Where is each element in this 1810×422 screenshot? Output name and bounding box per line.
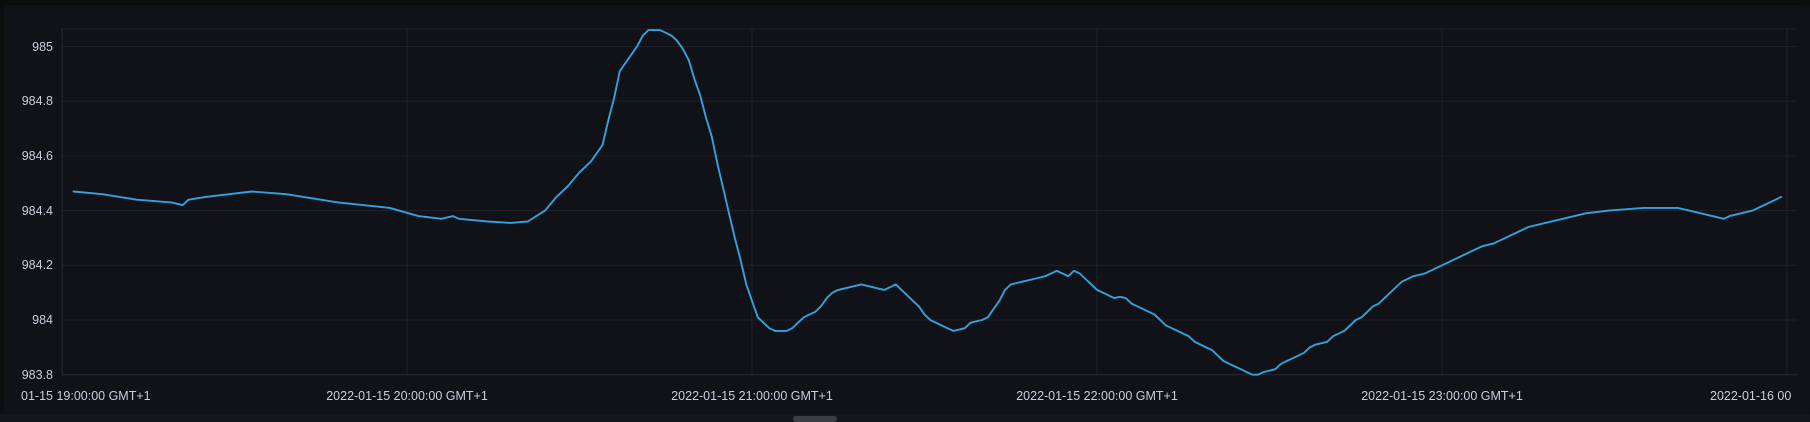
- plot-area[interactable]: 985 984.8 984.6 984.4 984.2 984 983.8 01-15 19…: [0, 0, 1810, 422]
- y-tick-label: 983.8: [3, 368, 53, 382]
- y-tick-label: 984.6: [3, 149, 53, 163]
- line-chart: [0, 0, 1810, 422]
- scrollbar-track[interactable]: [0, 414, 1810, 422]
- x-tick-label: 01-15 19:00:00 GMT+1: [21, 389, 151, 403]
- y-tick-label: 984.8: [3, 94, 53, 108]
- x-tick-label: 2022-01-15 21:00:00 GMT+1: [671, 389, 833, 403]
- y-tick-label: 984.4: [3, 204, 53, 218]
- scrollbar-thumb[interactable]: [793, 416, 837, 422]
- x-tick-label: 2022-01-15 20:00:00 GMT+1: [326, 389, 488, 403]
- series-line: [74, 30, 1782, 375]
- x-tick-label: 2022-01-16 00: [1710, 389, 1791, 403]
- x-tick-label: 2022-01-15 22:00:00 GMT+1: [1016, 389, 1178, 403]
- y-tick-label: 985: [3, 40, 53, 54]
- y-tick-label: 984: [3, 313, 53, 327]
- x-tick-label: 2022-01-15 23:00:00 GMT+1: [1361, 389, 1523, 403]
- y-tick-label: 984.2: [3, 258, 53, 272]
